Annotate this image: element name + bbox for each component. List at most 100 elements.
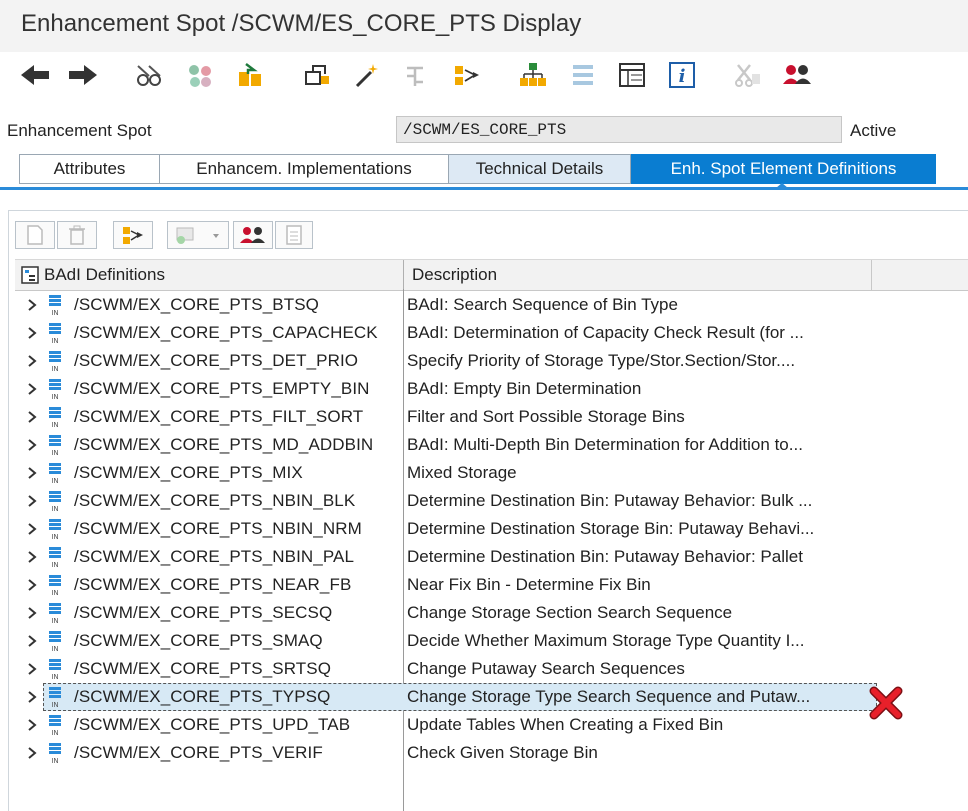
table-row[interactable]: IN/SCWM/EX_CORE_PTS_UPD_TAB Update Tables… [15, 711, 968, 739]
table-row[interactable]: IN/SCWM/EX_CORE_PTS_TYPSQ Change Storage … [15, 683, 968, 711]
back-arrow-icon[interactable] [20, 60, 50, 90]
table-row[interactable]: IN/SCWM/EX_CORE_PTS_VERIF Check Given Sto… [15, 739, 968, 767]
badi-name: /SCWM/EX_CORE_PTS_CAPACHECK [74, 323, 378, 342]
glasses-icon[interactable] [134, 60, 164, 90]
forward-arrow-icon[interactable] [68, 60, 98, 90]
table-row[interactable]: IN/SCWM/EX_CORE_PTS_BTSQ BAdI: Search Seq… [15, 291, 968, 319]
table-row[interactable]: IN/SCWM/EX_CORE_PTS_CAPACHECK BAdI: Deter… [15, 319, 968, 347]
column-header-badi-definitions[interactable]: BAdI Definitions [15, 260, 404, 290]
transport-icon[interactable] [235, 60, 265, 90]
enhancement-spot-field[interactable]: /SCWM/ES_CORE_PTS [396, 116, 842, 143]
expand-chevron-icon[interactable] [25, 494, 39, 508]
svg-text:IN: IN [51, 729, 58, 736]
badi-name: /SCWM/EX_CORE_PTS_SRTSQ [74, 659, 332, 678]
table-row[interactable]: IN/SCWM/EX_CORE_PTS_NBIN_PAL Determine De… [15, 543, 968, 571]
expand-chevron-icon[interactable] [25, 326, 39, 340]
table-row[interactable]: IN/SCWM/EX_CORE_PTS_SMAQ Decide Whether M… [15, 627, 968, 655]
column-header-label: BAdI Definitions [44, 265, 165, 284]
badi-name: /SCWM/EX_CORE_PTS_NBIN_NRM [74, 519, 362, 538]
add-object-icon [176, 227, 219, 244]
add-dropdown-button[interactable] [167, 221, 229, 249]
table-row[interactable]: IN/SCWM/EX_CORE_PTS_MD_ADDBIN BAdI: Multi… [15, 431, 968, 459]
table-row[interactable]: IN/SCWM/EX_CORE_PTS_FILT_SORT Filter and … [15, 403, 968, 431]
expand-chevron-icon[interactable] [25, 578, 39, 592]
table-row[interactable]: IN/SCWM/EX_CORE_PTS_SRTSQ Change Putaway … [15, 655, 968, 683]
where-used-icon[interactable] [402, 60, 432, 90]
compare-icon[interactable] [568, 60, 598, 90]
badi-description: Near Fix Bin - Determine Fix Bin [407, 575, 651, 594]
close-marker-icon [869, 686, 903, 720]
users-button[interactable] [233, 221, 273, 249]
badi-description: Mixed Storage [407, 463, 517, 482]
tab-enh-spot-element-definitions[interactable]: Enh. Spot Element Definitions [631, 154, 936, 184]
expand-chevron-icon[interactable] [25, 662, 39, 676]
expand-chevron-icon[interactable] [25, 354, 39, 368]
svg-text:IN: IN [51, 337, 58, 344]
tab-enhancement-implementations[interactable]: Enhancem. Implementations [159, 154, 449, 184]
title-bar: Enhancement Spot /SCWM/ES_CORE_PTS Displ… [0, 0, 968, 52]
delete-button[interactable] [57, 221, 97, 249]
badi-definition-icon: IN [49, 743, 61, 764]
org-chart-icon[interactable] [518, 60, 548, 90]
expand-chevron-icon[interactable] [25, 550, 39, 564]
badi-name: /SCWM/EX_CORE_PTS_NBIN_BLK [74, 491, 356, 510]
expand-chevron-icon[interactable] [25, 522, 39, 536]
create-button[interactable] [15, 221, 55, 249]
hierarchy-icon [123, 227, 143, 244]
svg-text:IN: IN [51, 393, 58, 400]
badi-description: BAdI: Empty Bin Determination [407, 379, 642, 398]
table-row[interactable]: IN/SCWM/EX_CORE_PTS_DET_PRIO Specify Prio… [15, 347, 968, 375]
table-row[interactable]: IN/SCWM/EX_CORE_PTS_NEAR_FB Near Fix Bin … [15, 571, 968, 599]
badi-definition-icon: IN [49, 659, 61, 680]
badi-description: BAdI: Search Sequence of Bin Type [407, 295, 678, 314]
table-row[interactable]: IN/SCWM/EX_CORE_PTS_NBIN_BLK Determine De… [15, 487, 968, 515]
tab-attributes[interactable]: Attributes [19, 154, 160, 184]
svg-text:IN: IN [51, 505, 58, 512]
badi-name: /SCWM/EX_CORE_PTS_NEAR_FB [74, 575, 352, 594]
svg-text:IN: IN [51, 477, 58, 484]
users-icon[interactable] [782, 60, 812, 90]
expand-chevron-icon[interactable] [25, 634, 39, 648]
activate-icon[interactable] [302, 60, 332, 90]
badi-description: Change Storage Type Search Sequence and … [407, 687, 811, 706]
new-document-icon [27, 225, 43, 245]
expand-chevron-icon[interactable] [25, 298, 39, 312]
object-list-icon[interactable] [185, 60, 215, 90]
hierarchy-button[interactable] [113, 221, 153, 249]
expand-chevron-icon[interactable] [25, 718, 39, 732]
badi-description: Filter and Sort Possible Storage Bins [407, 407, 685, 426]
badi-description: Determine Destination Bin: Putaway Behav… [407, 491, 813, 510]
column-header-description[interactable]: Description [404, 260, 872, 290]
magic-wand-icon[interactable] [352, 60, 382, 90]
svg-text:IN: IN [51, 701, 58, 708]
badi-definition-icon: IN [49, 323, 61, 344]
badi-description: Determine Destination Bin: Putaway Behav… [407, 547, 803, 566]
expand-chevron-icon[interactable] [25, 410, 39, 424]
expand-chevron-icon[interactable] [25, 746, 39, 760]
expand-chevron-icon[interactable] [25, 466, 39, 480]
enhancement-spot-label: Enhancement Spot [7, 121, 152, 140]
expand-chevron-icon[interactable] [25, 606, 39, 620]
element-definitions-panel: BAdI Definitions Description IN/SCWM/EX_… [8, 210, 968, 811]
expand-chevron-icon[interactable] [25, 382, 39, 396]
badi-name: /SCWM/EX_CORE_PTS_BTSQ [74, 295, 319, 314]
table-row[interactable]: IN/SCWM/EX_CORE_PTS_EMPTY_BIN BAdI: Empty… [15, 375, 968, 403]
tab-technical-details[interactable]: Technical Details [448, 154, 631, 184]
table-row[interactable]: IN/SCWM/EX_CORE_PTS_SECSQ Change Storage … [15, 599, 968, 627]
info-icon[interactable]: i [667, 60, 697, 90]
svg-text:IN: IN [51, 617, 58, 624]
expand-chevron-icon[interactable] [25, 438, 39, 452]
table-row[interactable]: IN/SCWM/EX_CORE_PTS_MIX Mixed Storage [15, 459, 968, 487]
scissors-disabled-icon[interactable] [733, 60, 763, 90]
table-icon[interactable] [617, 60, 647, 90]
hierarchy-icon[interactable] [452, 60, 482, 90]
expand-chevron-icon[interactable] [25, 690, 39, 704]
svg-text:IN: IN [51, 421, 58, 428]
grid-header: BAdI Definitions Description [15, 259, 968, 291]
svg-text:IN: IN [51, 757, 58, 764]
svg-text:IN: IN [51, 561, 58, 568]
tree-settings-icon [21, 266, 39, 284]
table-row[interactable]: IN/SCWM/EX_CORE_PTS_NBIN_NRM Determine De… [15, 515, 968, 543]
documentation-button[interactable] [275, 221, 313, 249]
users-icon [240, 227, 265, 243]
